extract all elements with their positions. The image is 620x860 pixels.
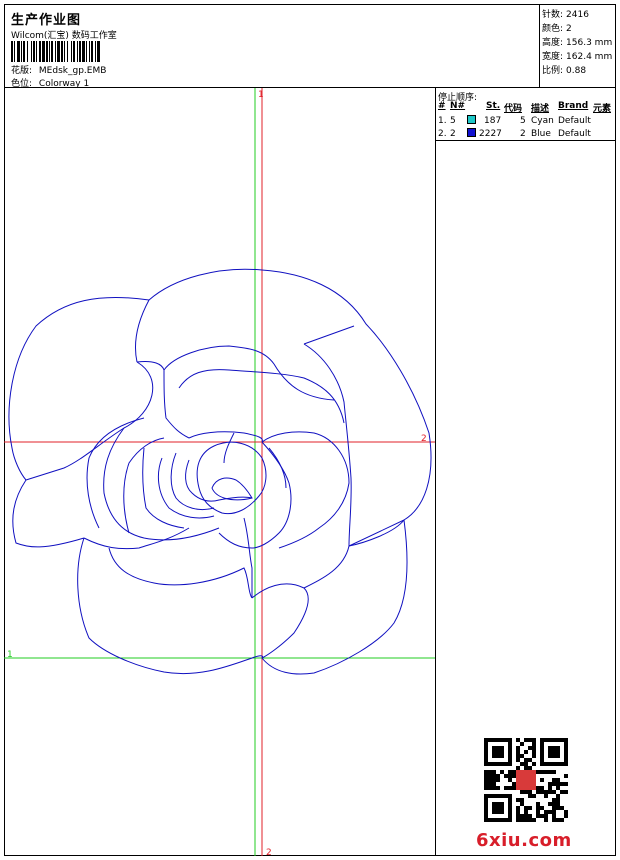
design-label: 花版: (11, 66, 33, 76)
header-panel: 生产作业图 Wilcom(汇宝) 数码工作室 花版: MEdsk_gp.EMB … (4, 4, 540, 89)
row-2-color-swatch (467, 128, 476, 137)
row-2-needle: 2 (450, 129, 456, 139)
col-header-element: 元素 (593, 104, 612, 114)
row-2-code: 2 (520, 129, 526, 139)
stat-scale: 比例: 0.88 (542, 66, 587, 76)
row-2-stitches: 2227 (479, 129, 502, 139)
studio-subtitle: Wilcom(汇宝) 数码工作室 (11, 31, 117, 41)
table-bottom-rule (436, 140, 616, 141)
design-file-line: 花版: MEdsk_gp.EMB (11, 63, 106, 76)
barcode (11, 41, 155, 62)
marker-top: 1 (258, 90, 264, 100)
row-1-index: 1. (438, 116, 447, 126)
row-1-code: 5 (520, 116, 526, 126)
row-1-stitches: 187 (484, 116, 502, 126)
stat-colors: 颜色: 2 (542, 24, 572, 34)
row-2-brand: Default (558, 129, 591, 139)
design-filename: MEdsk_gp.EMB (38, 66, 107, 76)
barcode-bar (100, 41, 101, 62)
stat-stitches: 针数: 2416 (542, 10, 589, 20)
qr-center-seal (516, 770, 536, 790)
row-1-brand: Default (558, 116, 591, 126)
row-1-color-swatch (467, 115, 476, 124)
row-1-description: Cyan (531, 116, 554, 126)
site-logo: 6xiu.com (476, 830, 572, 851)
stats-panel: 针数: 2416 颜色: 2 高度: 156.3 mm 宽度: 162.4 mm 比例:… (540, 4, 616, 88)
row-2-description: Blue (531, 129, 551, 139)
col-header-needle: N# (450, 101, 466, 111)
col-header-description: 描述 (531, 104, 550, 114)
stat-height: 高度: 156.3 mm (542, 38, 613, 48)
marker-left: 1 (7, 650, 13, 660)
qr-code (484, 738, 568, 822)
marker-right: 2 (421, 434, 427, 444)
row-2-index: 2. (438, 129, 447, 139)
stop-sequence-panel: 停止顺序: # N# St. 代码 描述 Brand 元素 1. 5 187 5… (435, 88, 616, 856)
col-header-brand: Brand (558, 101, 589, 111)
col-header-index: # (438, 101, 446, 111)
marker-bottom: 2 (266, 848, 272, 856)
page-title: 生产作业图 (11, 13, 82, 28)
stat-width: 宽度: 162.4 mm (542, 52, 613, 62)
rose-design (8, 268, 432, 675)
design-canvas: 1 2 1 2 (4, 88, 436, 858)
col-header-stitches: St. (486, 101, 501, 111)
row-1-needle: 5 (450, 116, 456, 126)
col-header-code: 代码 (504, 104, 523, 114)
